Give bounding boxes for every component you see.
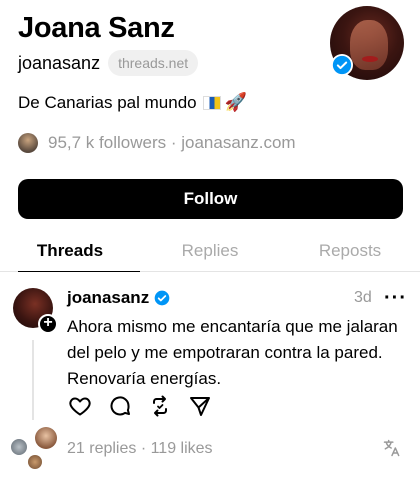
heart-icon[interactable] [67,393,93,419]
canary-flag-icon [202,95,221,110]
tab-reposts[interactable]: Reposts [280,234,420,271]
more-options-icon[interactable]: ··· [384,287,407,310]
post-username[interactable]: joanasanz [67,288,149,308]
post-actions [67,393,227,419]
post-text: Ahora mismo me encantaría que me jalaran… [67,317,398,388]
post-author[interactable]: joanasanz [67,288,170,308]
profile-name: Joana Sanz [18,12,175,44]
followers-text: 95,7 k followers · joanasanz.com [48,133,296,152]
reply-avatar [35,427,57,449]
send-icon[interactable] [187,393,213,419]
thread-line [32,340,34,420]
repost-icon[interactable] [147,393,173,419]
reply-avatar [10,438,28,456]
post-stats[interactable]: 21 replies · 119 likes [67,440,213,458]
followers-row[interactable]: 95,7 k followers · joanasanz.com [18,133,296,153]
reply-avatar [28,455,42,469]
tab-threads[interactable]: Threads [0,234,140,272]
verified-badge-icon [154,290,170,306]
follow-button[interactable]: Follow [18,179,403,219]
domain-pill[interactable]: threads.net [108,50,199,76]
tab-replies[interactable]: Replies [140,234,280,271]
profile-tabs: Threads Replies Reposts [0,234,420,272]
bio-text: De Canarias pal mundo [18,92,197,112]
follower-avatar [18,133,38,153]
profile-handle: joanasanz [18,52,101,73]
post-timestamp: 3d [354,289,372,306]
rocket-icon: 🚀 [224,92,248,112]
profile-bio: De Canarias pal mundo 🚀 [18,92,247,113]
verified-badge-icon [331,54,353,76]
handle-row: joanasanz threads.net [18,50,199,76]
plus-icon[interactable]: + [38,314,58,334]
translate-icon[interactable] [382,438,402,458]
comment-icon[interactable] [107,393,133,419]
